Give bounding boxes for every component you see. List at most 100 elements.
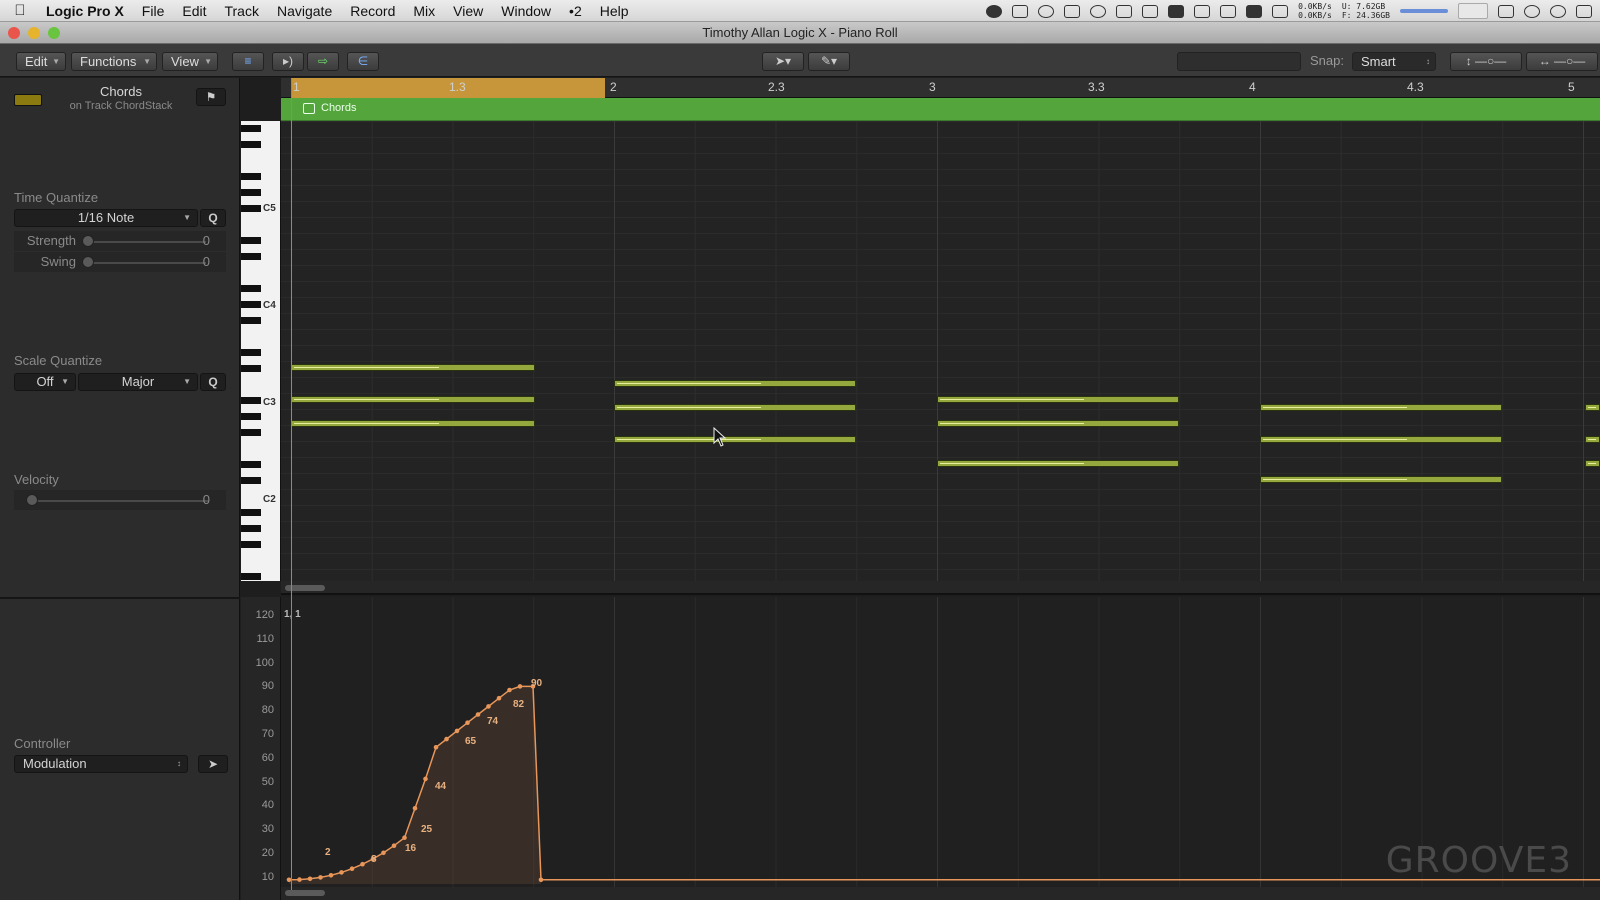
midi-note[interactable]: [1585, 404, 1600, 411]
black-key[interactable]: [241, 429, 261, 436]
download-icon[interactable]: [1142, 4, 1159, 18]
modulation-point[interactable]: [318, 875, 323, 880]
time-quantize-select[interactable]: 1/16 Note ▼: [14, 209, 198, 227]
midi-out-button[interactable]: ▸): [272, 52, 304, 71]
move-icon[interactable]: [1090, 4, 1107, 18]
battery-icon[interactable]: [1194, 4, 1211, 18]
region-header[interactable]: Chords: [281, 98, 1600, 121]
controller-scrollbar[interactable]: [281, 887, 1600, 900]
midi-note[interactable]: [291, 364, 535, 371]
zoom-window-button[interactable]: [48, 27, 60, 39]
scale-root-select[interactable]: Off ▼: [14, 373, 76, 391]
view-menu-button[interactable]: View ▼: [162, 52, 218, 71]
spotlight-icon[interactable]: [1550, 4, 1566, 18]
modulation-point[interactable]: [496, 695, 502, 701]
bluetooth-icon[interactable]: [1272, 4, 1289, 18]
black-key[interactable]: [241, 301, 261, 308]
pencil-tool-button[interactable]: ✎▾: [808, 52, 850, 71]
swing-slider[interactable]: [82, 256, 94, 268]
apple-menu-icon[interactable]: : [0, 2, 40, 19]
controller-select[interactable]: Modulation ↕: [14, 755, 188, 773]
memory-icon[interactable]: [1246, 4, 1263, 18]
black-key[interactable]: [241, 125, 261, 132]
modulation-point[interactable]: [486, 704, 491, 709]
screenshot-icon[interactable]: [1064, 4, 1081, 18]
black-key[interactable]: [241, 317, 261, 324]
modulation-point[interactable]: [349, 866, 355, 871]
modulation-point[interactable]: [307, 876, 313, 882]
minimize-window-button[interactable]: [28, 27, 40, 39]
midi-note[interactable]: [614, 436, 856, 443]
playhead[interactable]: [291, 78, 292, 890]
piano-roll-scrollbar[interactable]: [281, 581, 1600, 595]
modulation-point[interactable]: [339, 870, 344, 875]
volume-icon[interactable]: [1524, 4, 1540, 18]
black-key[interactable]: [241, 141, 261, 148]
midi-note[interactable]: [614, 380, 856, 387]
black-key[interactable]: [241, 285, 261, 292]
midi-note[interactable]: [937, 420, 1179, 427]
black-key[interactable]: [241, 541, 261, 548]
modulation-point[interactable]: [444, 736, 449, 742]
black-key[interactable]: [241, 525, 261, 532]
input-box[interactable]: [1458, 3, 1488, 19]
midi-note[interactable]: [291, 396, 535, 403]
menu-record[interactable]: Record: [341, 0, 404, 22]
modulation-point[interactable]: [517, 684, 523, 689]
midi-note[interactable]: [291, 420, 535, 427]
display-icon[interactable]: [1168, 4, 1185, 18]
black-key[interactable]: [241, 477, 261, 484]
menu-mix[interactable]: Mix: [404, 0, 444, 22]
region-options-button[interactable]: ⚑: [196, 88, 226, 106]
black-key[interactable]: [241, 189, 261, 196]
dropbox-icon[interactable]: [1012, 4, 1029, 18]
modulation-point[interactable]: [297, 877, 302, 882]
modulation-point[interactable]: [465, 720, 470, 725]
edit-menu-button[interactable]: Edit ▼: [16, 52, 66, 71]
link-button[interactable]: ∈: [347, 52, 379, 71]
midi-note[interactable]: [1585, 460, 1600, 467]
menu-app[interactable]: Logic Pro X: [40, 0, 133, 22]
modulation-point[interactable]: [412, 806, 418, 811]
close-window-button[interactable]: [8, 27, 20, 39]
modulation-point[interactable]: [507, 687, 512, 693]
modulation-point[interactable]: [423, 776, 428, 782]
scale-mode-select[interactable]: Major ▼: [78, 373, 198, 391]
horizontal-zoom-slider[interactable]: ↔ —○—: [1526, 52, 1598, 71]
menu-meter-icon[interactable]: [1220, 4, 1237, 18]
strength-slider[interactable]: [82, 235, 94, 247]
menu-track[interactable]: Track: [215, 0, 267, 22]
wifi-icon[interactable]: [1498, 4, 1514, 18]
modulation-point[interactable]: [402, 835, 407, 840]
functions-menu-button[interactable]: Functions ▼: [71, 52, 157, 71]
midi-note[interactable]: [614, 404, 856, 411]
midi-note[interactable]: [937, 396, 1179, 403]
modulation-point[interactable]: [360, 861, 365, 867]
black-key[interactable]: [241, 365, 261, 372]
menu-view[interactable]: View: [444, 0, 492, 22]
sync-icon[interactable]: [1038, 4, 1055, 18]
menu-help[interactable]: Help: [591, 0, 638, 22]
notification-icon[interactable]: [1576, 4, 1592, 18]
scroll-thumb[interactable]: [285, 890, 325, 896]
midi-note[interactable]: [1260, 404, 1502, 411]
black-key[interactable]: [241, 413, 261, 420]
time-quantize-q-button[interactable]: Q: [200, 209, 226, 227]
black-key[interactable]: [241, 349, 261, 356]
controller-link-button[interactable]: ➤: [198, 755, 228, 773]
growl-icon[interactable]: [986, 4, 1003, 18]
black-key[interactable]: [241, 173, 261, 180]
black-key[interactable]: [241, 397, 261, 404]
modulation-point[interactable]: [538, 877, 544, 883]
modulation-point[interactable]: [328, 873, 334, 878]
black-key[interactable]: [241, 573, 261, 580]
camera-icon[interactable]: [1116, 4, 1133, 18]
midi-note[interactable]: [1260, 436, 1502, 443]
modulation-point[interactable]: [433, 745, 439, 750]
menu-edit[interactable]: Edit: [173, 0, 215, 22]
catch-button[interactable]: ⇨: [307, 52, 339, 71]
velocity-slider[interactable]: [26, 494, 38, 506]
midi-note[interactable]: [1585, 436, 1600, 443]
modulation-point[interactable]: [475, 712, 481, 717]
menu-file[interactable]: File: [133, 0, 174, 22]
